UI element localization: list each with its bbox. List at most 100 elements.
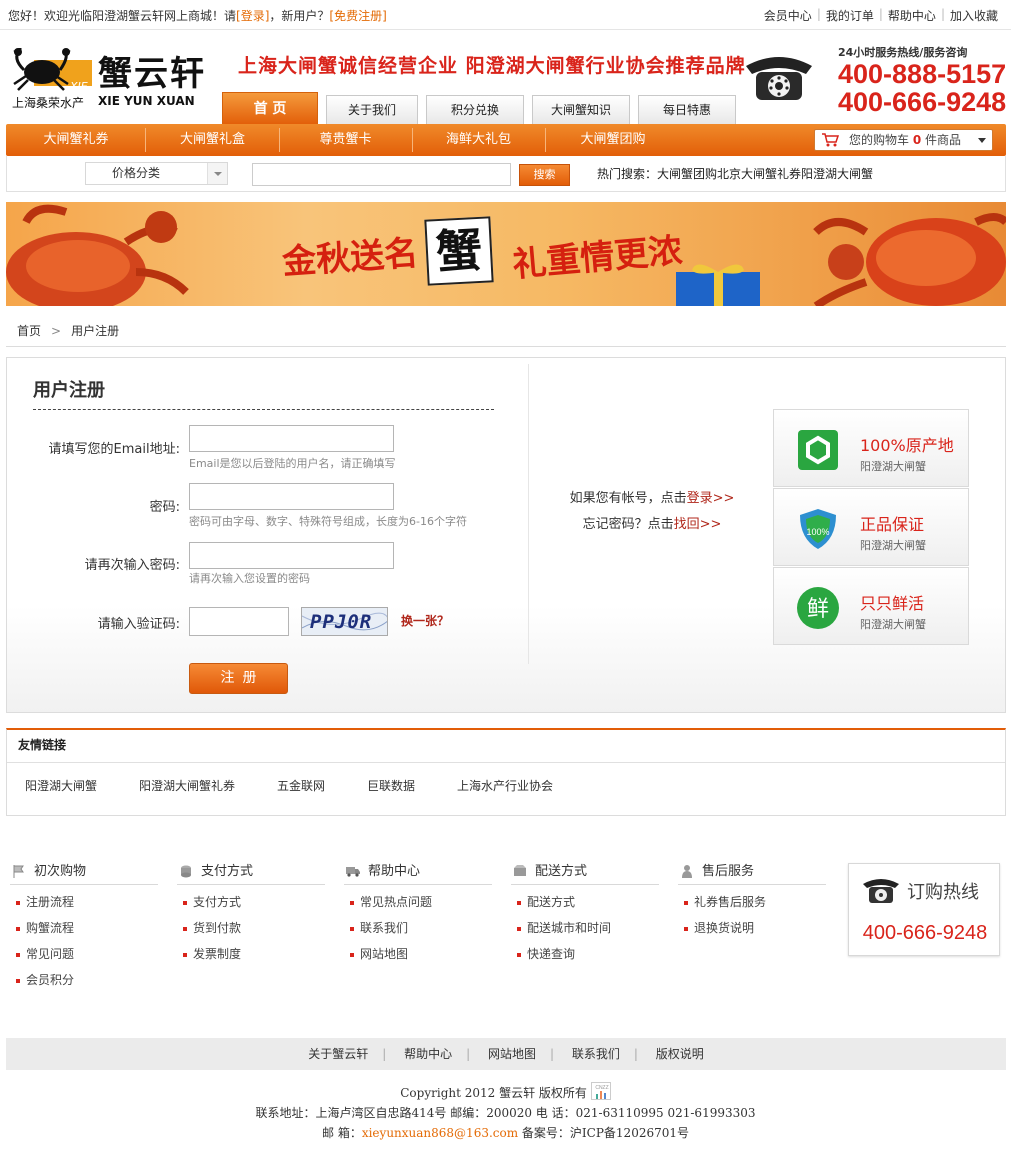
friend-link[interactable]: 上海水产行业协会 [457,777,553,794]
captcha-label: 请输入验证码: [97,617,180,632]
nav-item-coupons[interactable]: 大闸蟹礼券 [6,124,146,156]
search-input[interactable] [252,163,511,186]
free-register-link[interactable]: [免费注册] [329,9,386,23]
footer-link[interactable]: 网站地图 [344,946,492,963]
price-category-select[interactable]: 价格分类 [85,162,228,185]
bottom-nav-contact[interactable]: 联系我们 [572,1047,620,1061]
welcome-text: 您好！欢迎光临阳澄湖蟹云轩网上商城！请[登录]，新用户？[免费注册] [8,9,387,23]
footer-col-payment: 支付方式 支付方式 货到付款 发票制度 [177,861,325,963]
register-button[interactable]: 注册 [189,663,288,694]
tab-points[interactable]: 积分兑换 [426,95,524,125]
hot-search-label: 热门搜索： [597,167,658,181]
tab-knowledge[interactable]: 大闸蟹知识 [532,95,630,125]
friend-link[interactable]: 阳澄湖大闸蟹 [25,777,97,794]
login-hint: 如果您有帐号，点击登录>> 忘记密码？点击找回>> [569,491,735,532]
logo-mark-text: XIE [70,80,88,93]
nav-item-giftbox[interactable]: 大闸蟹礼盒 [146,124,279,156]
email-hint: Email是您以后登陆的用户名，请正确填写 [189,457,396,470]
friend-link[interactable]: 巨联数据 [367,777,415,794]
page-title: 用户注册 [33,380,105,401]
bottom-nav-sitemap[interactable]: 网站地图 [488,1047,536,1061]
email-label: 请填写您的Email地址: [48,442,180,457]
login-link[interactable]: [登录] [236,9,269,23]
footer-link[interactable]: 发票制度 [177,946,325,963]
service-hotline: 24小时服务热线/服务咨询 400-888-5157 400-666-9248 [838,44,1008,116]
tab-about[interactable]: 关于我们 [326,95,418,125]
cart-label: 您的购物车 [849,133,910,147]
captcha-image[interactable]: PPJ0R [301,607,388,636]
fresh-icon: 鲜 [797,587,839,629]
friend-link[interactable]: 五金联网 [277,777,325,794]
fresh-badge: 鲜 [807,597,829,622]
crab-image [813,213,1006,306]
top-links: 会员中心 | 我的订单 | 帮助中心 | 加入收藏 [759,7,1003,24]
footer-link[interactable]: 购蟹流程 [10,920,158,937]
stats-icon[interactable]: CNZZ [590,1082,611,1100]
breadcrumb-current: 用户注册 [71,324,120,338]
nav-item-seafood-pack[interactable]: 海鲜大礼包 [412,124,545,156]
site-logo[interactable]: XIE 蟹云轩 上海桑荣水产 XIE YUN XUAN [8,46,204,110]
footer-link[interactable]: 注册流程 [10,894,158,911]
breadcrumb-home[interactable]: 首页 [17,324,41,338]
title-divider [33,409,494,410]
nav-item-group-buy[interactable]: 大闸蟹团购 [545,124,681,156]
my-orders-link[interactable]: 我的订单 [821,7,879,24]
promise-origin: 100%原产地 阳澄湖大闸蟹 [773,409,969,487]
shield-icon: 100% [800,509,836,549]
footer-link[interactable]: 会员积分 [10,972,158,989]
promise-subtitle: 阳澄湖大闸蟹 [860,618,926,631]
promo-banner[interactable]: 金秋送名 蟹 礼重情更浓 [6,202,1006,306]
refresh-captcha-link[interactable]: 换一张？ [401,612,449,629]
footer-link[interactable]: 礼券售后服务 [678,894,826,911]
bottom-nav-help[interactable]: 帮助中心 [404,1047,452,1061]
promise-title: 正品保证 [860,515,925,534]
shield-badge: 100% [806,527,829,537]
footer-link[interactable]: 常见问题 [10,946,158,963]
footer-link[interactable]: 货到付款 [177,920,325,937]
footer-link[interactable]: 退换货说明 [678,920,826,937]
help-center-link[interactable]: 帮助中心 [883,7,941,24]
chevron-down-icon [207,163,227,184]
password-field[interactable] [189,483,394,510]
cart-icon [822,133,839,147]
bottom-nav-copyright[interactable]: 版权说明 [656,1047,704,1061]
footer-col-delivery: 配送方式 配送方式 配送城市和时间 快递查询 [511,861,659,963]
search-button[interactable]: 搜索 [519,164,570,186]
footer-link[interactable]: 快递查询 [511,946,659,963]
footer-col-after-sales: 售后服务 礼券售后服务 退换货说明 [678,861,826,937]
hotline-number-2: 400-666-9248 [838,87,1007,117]
crab-image [6,204,189,306]
footer-link[interactable]: 常见热点问题 [344,894,492,911]
logo-name-en: XIE YUN XUAN [98,94,195,108]
friend-links: 友情链接 阳澄湖大闸蟹 阳澄湖大闸蟹礼券 五金联网 巨联数据 上海水产行业协会 [6,728,1006,816]
footer-link[interactable]: 支付方式 [177,894,325,911]
icp-number: 备案号：沪ICP备12026701号 [518,1126,689,1140]
tab-daily-deals[interactable]: 每日特惠 [638,95,736,125]
footer-link[interactable]: 联系我们 [344,920,492,937]
footer-link[interactable]: 配送方式 [511,894,659,911]
banner-text-2: 蟹 [424,216,494,286]
captcha-input[interactable] [189,607,289,636]
member-center-link[interactable]: 会员中心 [759,7,817,24]
login-link[interactable]: 登录>> [687,491,735,506]
bottom-nav: 关于蟹云轩 | 帮助中心 | 网站地图 | 联系我们 | 版权说明 [6,1038,1006,1070]
cart-count: 0 [912,133,922,147]
promise-genuine: 100% 正品保证 阳澄湖大闸蟹 [773,488,969,566]
search-bar: 价格分类 搜索 热门搜索：大闸蟹团购北京大闸蟹礼券阳澄湖大闸蟹 [6,156,1006,192]
email-field[interactable] [189,425,394,452]
bottom-nav-about[interactable]: 关于蟹云轩 [308,1047,368,1061]
shopping-cart-dropdown[interactable]: 您的购物车 0 件商品 [814,129,993,151]
contact-email[interactable]: xieyunxuan868@163.com [362,1126,518,1140]
confirm-password-field[interactable] [189,542,394,569]
header-slogan: 上海大闸蟹诚信经营企业 阳澄湖大闸蟹行业协会推荐品牌 [238,55,746,77]
friend-link[interactable]: 阳澄湖大闸蟹礼券 [139,777,235,794]
hotline-number-1: 400-888-5157 [838,59,1007,89]
hexagon-icon [798,430,838,470]
hot-search-terms[interactable]: 大闸蟹团购北京大闸蟹礼券阳澄湖大闸蟹 [657,167,873,181]
confirm-password-label: 请再次输入密码: [84,558,180,573]
recover-password-link[interactable]: 找回>> [674,517,722,532]
footer-link[interactable]: 配送城市和时间 [511,920,659,937]
nav-item-vip-card[interactable]: 尊贵蟹卡 [279,124,412,156]
add-favorite-link[interactable]: 加入收藏 [945,7,1003,24]
tab-home[interactable]: 首 页 [222,92,318,125]
